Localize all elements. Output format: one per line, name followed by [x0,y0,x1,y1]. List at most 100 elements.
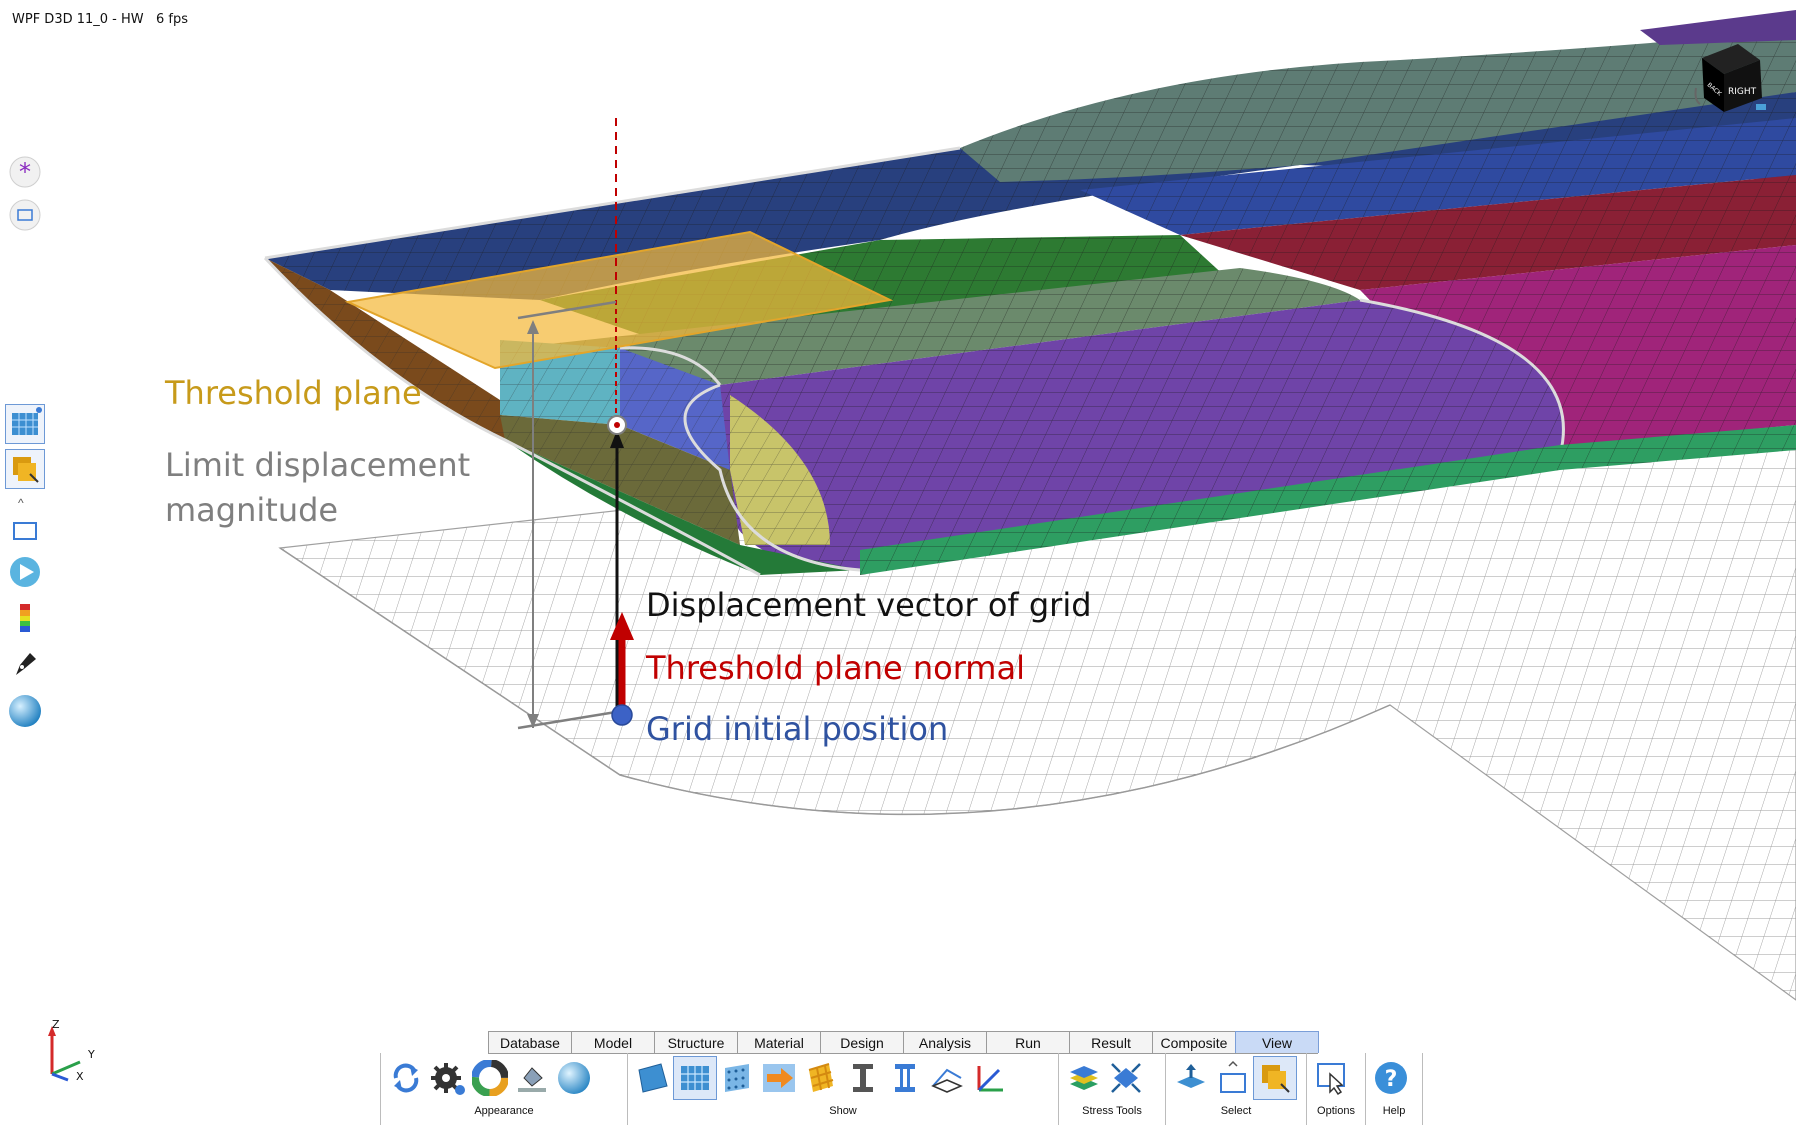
select-surface-tool-button[interactable] [1253,1056,1297,1100]
axis-x-label: X [76,1070,84,1083]
3d-viewport[interactable]: RIGHT BACK [0,0,1796,1125]
composite-layers-icon [808,1063,834,1092]
view-cube[interactable]: RIGHT BACK [1690,38,1780,118]
tab-result[interactable]: Result [1069,1031,1153,1053]
show-beam-double-button[interactable] [884,1057,926,1099]
color-legend-button[interactable] [6,599,44,637]
color-wheel-button[interactable] [469,1057,511,1099]
frame-outline-button[interactable] [6,511,44,549]
show-direction-button[interactable] [758,1057,800,1099]
select-surface-button[interactable] [5,449,45,489]
selection-asterisk-button[interactable]: * [6,153,44,191]
group-stress-tools-label: Stress Tools [1082,1105,1142,1117]
group-help: ? Help [1366,1053,1423,1125]
group-show-label: Show [829,1105,857,1117]
options-button[interactable] [1311,1057,1353,1099]
stress-layers-button[interactable] [1063,1057,1105,1099]
gear-icon [431,1063,465,1095]
tab-structure[interactable]: Structure [654,1031,738,1053]
tab-run[interactable]: Run [986,1031,1070,1053]
frame-icon [1220,1060,1246,1093]
mesh-icon [681,1066,709,1090]
surface-icon [638,1063,668,1093]
i-beam-icon [853,1064,873,1092]
tab-model[interactable]: Model [571,1031,655,1053]
tab-analysis[interactable]: Analysis [903,1031,987,1053]
svg-text:?: ? [1385,1067,1398,1092]
frame-icon [9,199,41,231]
limit-displacement-label-line1: Limit displacement [165,446,471,484]
selection-asterisk-icon: * [9,156,41,188]
group-help-label: Help [1382,1105,1406,1117]
show-composite-button[interactable] [800,1057,842,1099]
mesh-display-button[interactable] [5,404,45,444]
ribbon-toolbar: Appearance Show Stress Tools Select Opti… [380,1053,1423,1125]
show-deformed-button[interactable] [926,1057,968,1099]
sphere-button[interactable] [6,692,44,730]
show-nodes-button[interactable] [716,1057,758,1099]
help-button[interactable]: ? [1370,1057,1412,1099]
window-title-text: WPF D3D 11_0 - HW [12,12,144,27]
select-frame-button[interactable] [1212,1057,1254,1099]
deformed-shape-icon [931,1068,963,1093]
wing-model-scene[interactable] [0,0,1796,1125]
coordinate-system-icon [977,1066,1003,1092]
group-options-label: Options [1317,1105,1355,1117]
show-mesh-button[interactable] [673,1056,717,1100]
ribbon-tabs: Database Model Structure Material Design… [488,1031,1319,1054]
svg-text:*: * [19,158,31,186]
double-beam-icon [895,1064,915,1092]
show-surface-button[interactable] [632,1057,674,1099]
shade-sphere-button[interactable] [553,1057,595,1099]
tab-design[interactable]: Design [820,1031,904,1053]
select-surface-icon [1262,1065,1290,1093]
limit-displacement-label-line2: magnitude [165,491,339,529]
options-pointer-icon [1317,1063,1345,1096]
refresh-icon [393,1063,419,1093]
select-plane-button[interactable] [1170,1057,1212,1099]
threshold-normal-label: Threshold plane normal [646,649,1025,687]
group-show: Show [628,1053,1059,1125]
tab-composite[interactable]: Composite [1152,1031,1236,1053]
axis-z-label: Z [52,1018,60,1031]
group-appearance: Appearance [380,1053,628,1125]
grid-initial-point [611,704,633,726]
stacked-layers-icon [1070,1066,1098,1090]
displacement-vector-label: Displacement vector of grid [646,586,1092,624]
fps-counter: 6 fps [156,12,189,27]
nodes-icon [725,1064,749,1092]
plane-select-icon [1177,1064,1205,1088]
show-beam-i-button[interactable] [842,1057,884,1099]
color-legend-icon [20,604,30,632]
pen-icon [16,653,36,675]
collapse-chevron-icon[interactable]: ^ [18,496,24,510]
sphere-icon [9,695,41,727]
group-options: Options [1307,1053,1366,1125]
stress-arrows-button[interactable] [1105,1057,1147,1099]
threshold-plane-label: Threshold plane [165,374,422,412]
group-appearance-label: Appearance [474,1105,534,1117]
color-wheel-icon [472,1060,508,1096]
group-select: Select [1166,1053,1307,1125]
select-surface-icon [13,457,39,483]
settings-button[interactable] [427,1057,469,1099]
refresh-button[interactable] [385,1057,427,1099]
tab-material[interactable]: Material [737,1031,821,1053]
help-icon: ? [1375,1062,1407,1094]
tab-database[interactable]: Database [488,1031,572,1053]
grid-initial-position-label: Grid initial position [646,710,949,748]
fill-bucket-button[interactable] [511,1057,553,1099]
tab-view[interactable]: View [1235,1031,1319,1053]
pen-button[interactable] [6,645,44,683]
group-stress-tools: Stress Tools [1059,1053,1166,1125]
fill-bucket-icon [518,1067,546,1092]
mesh-display-icon [12,407,42,435]
show-coordinate-button[interactable] [968,1057,1010,1099]
sphere-icon [558,1062,590,1094]
axis-y-label: Y [88,1048,95,1061]
window-title: WPF D3D 11_0 - HW 6 fps [12,12,188,27]
group-select-label: Select [1220,1105,1252,1117]
play-button[interactable] [6,553,44,591]
view-cube-right-label: RIGHT [1728,87,1757,97]
frame-button[interactable] [6,196,44,234]
